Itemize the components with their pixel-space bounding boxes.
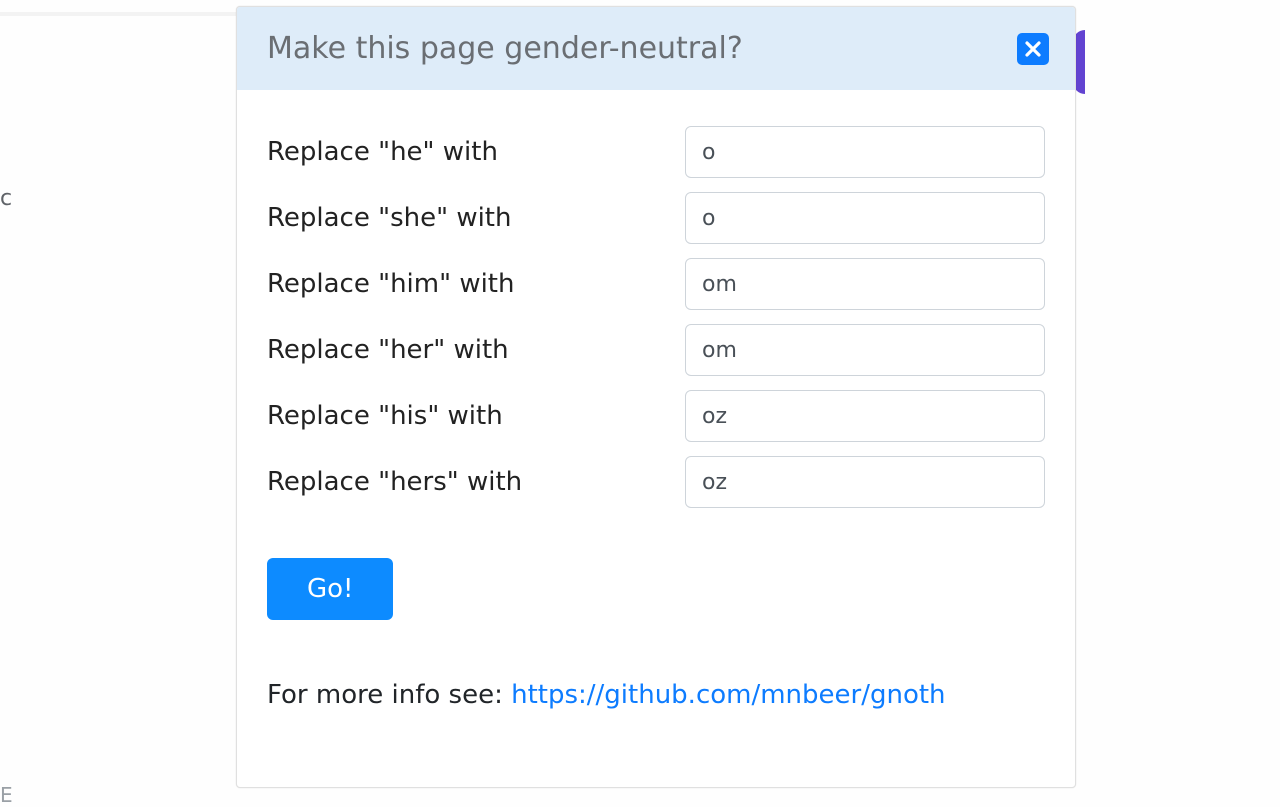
- label-replace-hers: Replace "hers" with: [267, 467, 625, 497]
- label-replace-him: Replace "him" with: [267, 269, 625, 299]
- info-prefix: For more info see:: [267, 680, 511, 710]
- fields-grid: Replace "he" with Replace "she" with Rep…: [267, 126, 1045, 508]
- alert-header: Make this page gender-neutral?: [237, 7, 1075, 90]
- input-replace-hers[interactable]: [685, 456, 1045, 508]
- alert-body: Replace "he" with Replace "she" with Rep…: [237, 90, 1075, 787]
- close-icon: [1024, 40, 1042, 58]
- input-replace-he[interactable]: [685, 126, 1045, 178]
- gender-neutral-alert: Make this page gender-neutral? Replace "…: [236, 6, 1076, 788]
- input-replace-her[interactable]: [685, 324, 1045, 376]
- input-replace-his[interactable]: [685, 390, 1045, 442]
- label-replace-she: Replace "she" with: [267, 203, 625, 233]
- action-row: Go!: [267, 558, 1045, 620]
- label-replace-he: Replace "he" with: [267, 137, 625, 167]
- input-replace-him[interactable]: [685, 258, 1045, 310]
- label-replace-his: Replace "his" with: [267, 401, 625, 431]
- go-button[interactable]: Go!: [267, 558, 393, 620]
- input-replace-she[interactable]: [685, 192, 1045, 244]
- close-button[interactable]: [1017, 33, 1049, 65]
- info-line: For more info see: https://github.com/mn…: [267, 680, 1045, 710]
- label-replace-her: Replace "her" with: [267, 335, 625, 365]
- alert-title: Make this page gender-neutral?: [267, 31, 743, 66]
- info-link[interactable]: https://github.com/mnbeer/gnoth: [511, 680, 945, 710]
